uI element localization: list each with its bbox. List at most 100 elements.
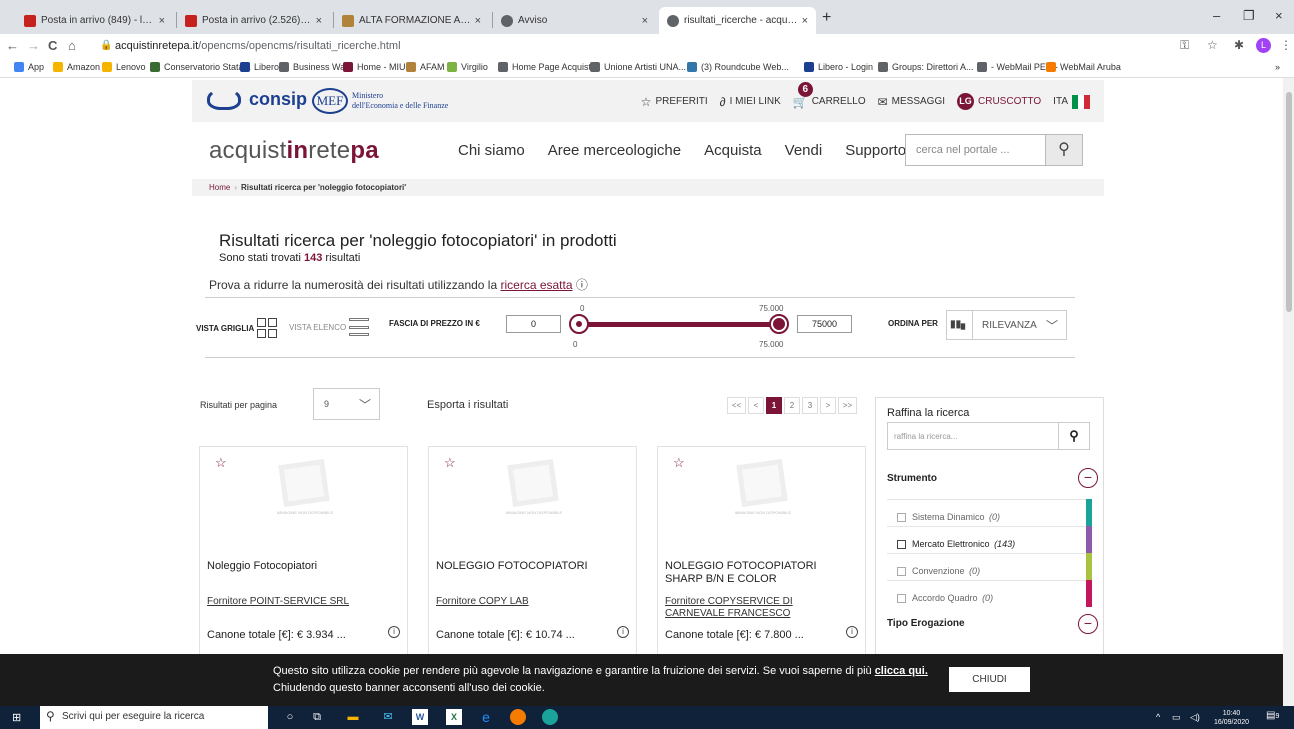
nav-vendi[interactable]: Vendi [785,142,823,159]
favorite-star-icon[interactable]: ☆ [673,455,685,471]
tab-risultati-ricerche[interactable]: risultati_ricerche - acquistinretep × [659,7,816,34]
portal-search-input[interactable]: cerca nel portale ... [905,134,1046,166]
volume-icon[interactable]: ◁) [1190,712,1200,723]
favorite-star-icon[interactable]: ☆ [215,455,227,471]
carrello-link[interactable]: 🛒 6 CARRELLO [793,81,866,109]
acquistinretepa-logo[interactable]: acquistinretepa [209,137,379,165]
internet-explorer-icon[interactable]: e [478,709,494,725]
tab-gmail-1[interactable]: Posta in arrivo (849) - l.garreffa@ × [16,7,173,34]
task-view-icon[interactable]: ⧉ [309,709,325,725]
price-slider-min-handle[interactable] [569,314,589,334]
nav-chi-siamo[interactable]: Chi siamo [458,142,525,159]
filter-mercato-elettronico[interactable]: Mercato Elettronico (143) [887,526,1087,553]
tab-close-icon[interactable]: × [316,15,322,27]
bookmark-star-icon[interactable]: ☆ [1207,38,1218,52]
checkbox[interactable] [897,593,906,603]
bookmark-item[interactable]: Libero [240,62,279,72]
view-list-toggle[interactable]: VISTA ELENCO [289,318,370,336]
tab-close-icon[interactable]: × [159,15,165,27]
product-card[interactable]: ☆ IMMAGINE NON DISPONIBILE NOLEGGIO FOTO… [428,446,637,666]
reload-button[interactable]: C [48,38,57,53]
filter-convenzione[interactable]: Convenzione (0) [887,553,1087,580]
forward-button[interactable]: → [27,38,40,53]
pager-next[interactable]: > [820,397,836,414]
tab-alta-formazione[interactable]: ALTA FORMAZIONE ARTISTICA M × [334,7,489,34]
tab-gmail-2[interactable]: Posta in arrivo (2.526) - letiziaga × [177,7,330,34]
menu-icon[interactable]: ⋮ [1280,38,1292,52]
bookmark-item[interactable]: WebMail Aruba [1046,62,1121,72]
pager-prev[interactable]: < [748,397,764,414]
sort-select[interactable]: ▮▮▖ RILEVANZA ﹀ [946,310,1067,340]
info-icon[interactable]: i [617,626,629,638]
cookie-info-link[interactable]: clicca qui. [875,665,928,677]
bookmark-item[interactable]: App [14,62,44,72]
consip-logo[interactable]: consip [207,88,307,110]
refine-search-button[interactable]: ⚲ [1058,422,1090,450]
per-page-select[interactable]: 9 ﹀ [313,388,380,420]
windows-start-icon[interactable]: ⊞ [12,711,21,724]
bookmark-item[interactable]: (3) Roundcube Web... [687,62,789,72]
home-button[interactable]: ⌂ [68,38,76,53]
close-window-button[interactable]: × [1275,8,1283,23]
bookmark-item[interactable]: Business Way [279,62,350,72]
product-name[interactable]: NOLEGGIO FOTOCOPIATORI SHARP B/N E COLOR [665,560,855,586]
excel-icon[interactable]: X [446,709,462,725]
edge-icon[interactable] [542,709,558,725]
taskbar-search-input[interactable]: ⚲ Scrivi qui per eseguire la ricerca [40,706,268,729]
tab-close-icon[interactable]: × [475,15,481,27]
bookmark-item[interactable]: Home - MIUR [343,62,412,72]
info-icon[interactable]: ⓘ [576,278,588,292]
network-icon[interactable]: ▭ [1172,712,1181,723]
cruscotto-link[interactable]: LG CRUSCOTTO [957,93,1041,110]
pager-page-1[interactable]: 1 [766,397,782,414]
minimize-button[interactable]: – [1213,8,1220,23]
word-icon[interactable]: W [412,709,428,725]
product-card[interactable]: ☆ IMMAGINE NON DISPONIBILE Noleggio Foto… [199,446,408,666]
chrome-icon[interactable] [510,709,526,725]
price-slider-max-handle[interactable] [769,314,789,334]
file-explorer-icon[interactable]: ▬ [345,709,361,725]
pager-page-2[interactable]: 2 [784,397,800,414]
price-slider-track[interactable] [579,322,779,327]
filter-sistema-dinamico[interactable]: Sistema Dinamico (0) [887,499,1087,526]
filter-accordo-quadro[interactable]: Accordo Quadro (0) [887,580,1087,607]
bookmark-item[interactable]: Lenovo [102,62,146,72]
price-max-input[interactable]: 75000 [797,315,852,333]
cookie-close-button[interactable]: CHIUDI [949,667,1030,692]
pager-page-3[interactable]: 3 [802,397,818,414]
portal-search-button[interactable]: ⚲ [1046,134,1083,166]
extensions-icon[interactable]: ✱ [1234,38,1244,52]
product-name[interactable]: NOLEGGIO FOTOCOPIATORI [436,560,626,573]
nav-aree-merceologiche[interactable]: Aree merceologiche [548,142,681,159]
tab-avviso[interactable]: Avviso × [493,7,656,34]
product-supplier-link[interactable]: Fornitore COPY LAB [436,596,626,608]
price-min-input[interactable]: 0 [506,315,561,333]
tray-chevron-icon[interactable]: ^ [1156,712,1160,722]
new-tab-button[interactable]: + [822,9,831,27]
product-name[interactable]: Noleggio Fotocopiatori [207,560,397,573]
bookmark-item[interactable]: Virgilio [447,62,488,72]
nav-supporto[interactable]: Supporto [845,142,906,159]
mail-app-icon[interactable]: ✉ [380,709,396,725]
collapse-tipo-erogazione-icon[interactable]: − [1078,614,1098,634]
key-icon[interactable]: ⚿ [1180,38,1189,53]
bookmark-item[interactable]: Amazon [53,62,100,72]
info-icon[interactable]: i [388,626,400,638]
profile-avatar[interactable]: L [1256,38,1271,53]
favorite-star-icon[interactable]: ☆ [444,455,456,471]
bookmark-item[interactable]: Home Page Acquist... [498,62,599,72]
product-card[interactable]: ☆ IMMAGINE NON DISPONIBILE NOLEGGIO FOTO… [657,446,866,666]
notifications-icon[interactable]: ▤9 [1266,710,1279,721]
pager-first[interactable]: << [727,397,746,414]
back-button[interactable]: ← [6,38,19,53]
breadcrumb-home[interactable]: Home [209,183,230,192]
nav-acquista[interactable]: Acquista [704,142,762,159]
refine-search-input[interactable]: raffina la ricerca... [887,422,1059,450]
tab-close-icon[interactable]: × [642,15,648,27]
maximize-button[interactable]: ❐ [1243,8,1255,24]
ricerca-esatta-link[interactable]: ricerca esatta [500,278,572,292]
bookmark-item[interactable]: Groups: Direttori A... [878,62,974,72]
language-switch[interactable]: ITA [1053,94,1090,109]
messaggi-link[interactable]: ✉ MESSAGGI [878,95,945,109]
view-grid-toggle[interactable]: VISTA GRIGLIA [196,318,278,338]
